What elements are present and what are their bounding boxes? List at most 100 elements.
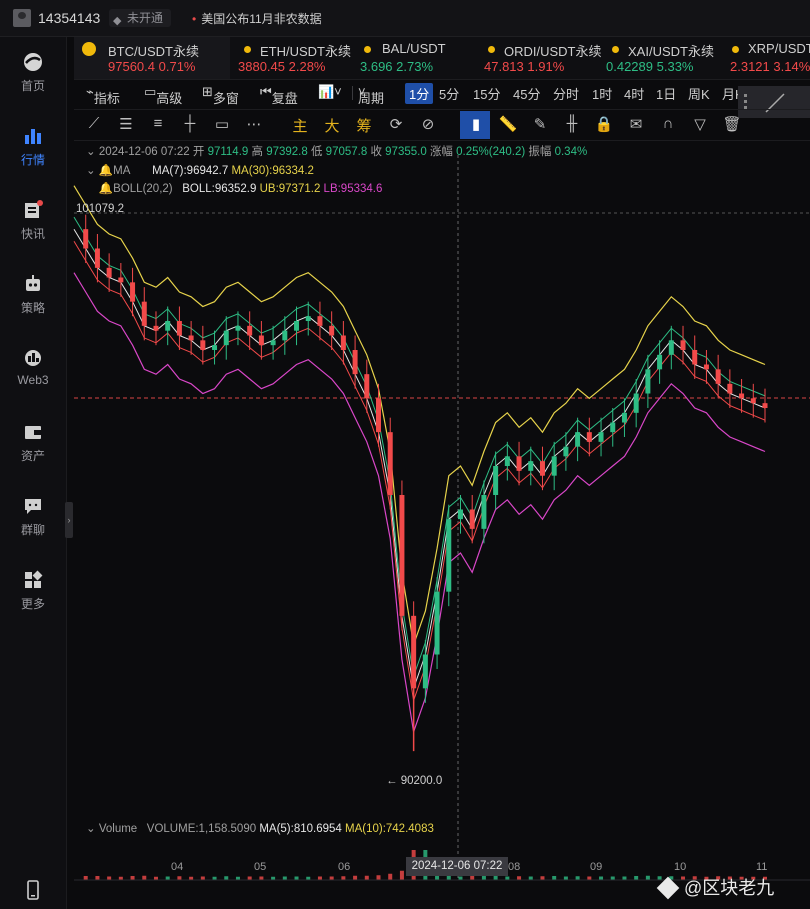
ma7-line bbox=[73, 216, 766, 677]
low-marker-label: ← 90200.0 bbox=[386, 775, 443, 787]
candle-body bbox=[130, 282, 136, 302]
volume-bar bbox=[353, 875, 358, 880]
boll-lower-line bbox=[73, 272, 766, 732]
candle-body bbox=[340, 335, 346, 350]
volume-bar bbox=[165, 876, 170, 880]
candle-body bbox=[399, 495, 405, 616]
boll-indicator-bar: ⌄ 🔔BOLL(20,2) BOLL:96352.9 UB:97371.2 LB… bbox=[98, 183, 383, 195]
volume-bar bbox=[493, 875, 498, 880]
candle-body bbox=[305, 316, 311, 321]
ma-indicator-bar: ⌄ 🔔MA MA(7):96942.7 MA(30):96334.2 bbox=[86, 165, 314, 177]
price-chart[interactable] bbox=[0, 0, 810, 909]
ma30-line bbox=[73, 241, 766, 701]
volume-bar bbox=[107, 876, 112, 880]
candle-body bbox=[727, 383, 733, 394]
candle-body bbox=[446, 519, 452, 592]
candle-body bbox=[188, 335, 194, 341]
candle-body bbox=[83, 229, 89, 249]
bell-icon[interactable]: 🔔 bbox=[99, 183, 113, 195]
candle-body bbox=[422, 654, 428, 689]
boll-upper-line bbox=[73, 185, 766, 645]
candle-body bbox=[200, 340, 206, 350]
boll-value: BOLL:96352.9 bbox=[182, 183, 257, 195]
volume-bar bbox=[282, 876, 287, 880]
candle-body bbox=[680, 340, 686, 350]
candle-body bbox=[516, 456, 522, 471]
volume-bar bbox=[142, 875, 147, 880]
candle-body bbox=[586, 432, 592, 442]
volume-bar bbox=[364, 875, 369, 880]
candle-body bbox=[692, 350, 698, 365]
ma30-value: MA(30):96334.2 bbox=[231, 165, 314, 177]
volume-bar bbox=[517, 876, 522, 880]
candle-body bbox=[739, 393, 745, 399]
candle-body bbox=[352, 350, 358, 375]
info-close: 97355.0 bbox=[385, 146, 427, 158]
bell-icon[interactable]: 🔔 bbox=[99, 165, 113, 177]
candle-body bbox=[563, 446, 569, 457]
collapse-icon[interactable]: ⌄ bbox=[86, 823, 96, 835]
candle-body bbox=[317, 316, 323, 326]
info-open: 97114.9 bbox=[207, 146, 249, 158]
candle-body bbox=[457, 509, 463, 520]
volume-bar bbox=[224, 876, 229, 880]
x-tick: 11 bbox=[756, 861, 768, 873]
candle-body bbox=[633, 393, 639, 413]
volume-bar bbox=[552, 876, 557, 880]
collapse-icon[interactable]: ⌄ bbox=[86, 165, 96, 177]
candle-body bbox=[387, 432, 393, 495]
info-low: 97057.8 bbox=[325, 146, 368, 158]
candle-body bbox=[703, 364, 709, 370]
candle-body bbox=[621, 412, 627, 423]
volume-bar bbox=[575, 876, 580, 880]
ma7-value: MA(7):96942.7 bbox=[152, 165, 229, 177]
candle-body bbox=[165, 321, 171, 331]
candle-body bbox=[762, 403, 768, 408]
volume-bar bbox=[540, 876, 545, 880]
candle-body bbox=[610, 422, 616, 433]
candle-body bbox=[118, 277, 124, 283]
candle-body bbox=[668, 340, 674, 355]
x-tick: 08 bbox=[508, 861, 521, 873]
volume-bar bbox=[610, 876, 615, 880]
candle-body bbox=[645, 369, 651, 394]
info-change: 0.25%(240.2) bbox=[456, 146, 526, 158]
x-tick: 04 bbox=[171, 861, 184, 873]
candle-body bbox=[575, 432, 581, 447]
candle-body bbox=[481, 495, 487, 529]
volume-bar bbox=[294, 876, 299, 880]
volume-bar bbox=[83, 876, 88, 880]
ohlc-info-bar: ⌄ 2024-12-06 07:22 开 97114.9 高 97392.8 低… bbox=[86, 146, 588, 158]
volume-bar bbox=[341, 876, 346, 880]
volume-bar bbox=[505, 876, 510, 880]
volume-ma10: MA(10):742.4083 bbox=[345, 823, 434, 835]
x-tick: 06 bbox=[338, 861, 351, 873]
candle-body bbox=[715, 369, 721, 384]
candle-body bbox=[750, 398, 756, 404]
candle-body bbox=[282, 330, 288, 341]
candle-body bbox=[212, 345, 218, 350]
collapse-icon[interactable]: ⌄ bbox=[86, 146, 96, 158]
volume-bar bbox=[388, 873, 393, 880]
volume-bar bbox=[470, 876, 475, 880]
candle-body bbox=[223, 330, 229, 346]
volume-bar bbox=[259, 876, 264, 880]
volume-bar bbox=[177, 876, 182, 880]
volume-bar bbox=[563, 876, 568, 880]
volume-bar bbox=[399, 870, 404, 880]
candle-body bbox=[504, 456, 510, 466]
volume-bar bbox=[329, 876, 334, 880]
candle-body bbox=[247, 325, 253, 336]
volume-bar bbox=[376, 875, 381, 880]
volume-bar bbox=[634, 876, 639, 880]
candle-body bbox=[364, 374, 370, 399]
candle-body bbox=[235, 325, 241, 331]
candle-body bbox=[434, 591, 440, 655]
candle-body bbox=[329, 325, 335, 336]
candle-body bbox=[153, 325, 159, 331]
watermark: @区块老九 bbox=[656, 874, 774, 900]
volume-bar bbox=[458, 876, 463, 880]
x-tick: 10 bbox=[674, 861, 687, 873]
volume-bar bbox=[528, 876, 533, 880]
volume-bar bbox=[95, 876, 100, 880]
